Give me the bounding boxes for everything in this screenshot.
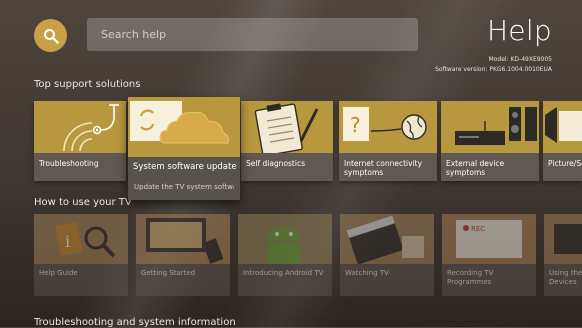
card-label: Getting Started bbox=[141, 269, 196, 277]
card-label: Recording TV Programmes bbox=[447, 269, 494, 286]
section-title-top-support: Top support solutions bbox=[34, 79, 141, 90]
android-icon bbox=[268, 219, 300, 264]
svg-text:REC: REC bbox=[471, 225, 485, 233]
remote-icon bbox=[146, 218, 224, 264]
devices-icon bbox=[455, 107, 537, 145]
card-label: Troubleshooting bbox=[39, 159, 99, 168]
card-label: Watching TV bbox=[345, 269, 389, 277]
question-globe-icon: ? bbox=[343, 107, 427, 141]
card-help-guide[interactable]: i Help Guide bbox=[34, 214, 128, 296]
model-info: Model: KD-49XE9005 bbox=[488, 56, 552, 63]
search-icon bbox=[43, 28, 59, 44]
cloud-update-icon bbox=[130, 101, 229, 144]
card-label: Internet connectivity symptoms bbox=[344, 159, 423, 177]
card-thumbnail bbox=[128, 97, 240, 157]
software-version: Software version: PKG6.1004.0010EUA bbox=[435, 66, 552, 73]
card-external-device[interactable]: External device symptoms bbox=[441, 101, 539, 181]
card-watching-tv[interactable]: Watching TV bbox=[340, 214, 434, 296]
clipboard-icon bbox=[254, 103, 319, 153]
device-icon bbox=[554, 224, 582, 254]
card-description: Update the TV system softwar bbox=[134, 183, 234, 191]
card-label: System software update bbox=[133, 162, 237, 172]
card-label: Using the Devices bbox=[549, 269, 582, 286]
card-thumbnail bbox=[238, 214, 332, 264]
search-button[interactable] bbox=[34, 19, 67, 52]
card-thumbnail bbox=[34, 101, 126, 153]
card-thumbnail: ? bbox=[339, 101, 437, 153]
card-thumbnail: i bbox=[34, 214, 128, 264]
card-picture-sound[interactable]: Picture/Sc bbox=[543, 101, 582, 181]
card-label: Help Guide bbox=[39, 269, 78, 277]
card-label: Self diagnostics bbox=[246, 159, 305, 168]
card-system-software-update[interactable]: System software update Update the TV sys… bbox=[128, 97, 240, 200]
card-thumbnail bbox=[340, 214, 434, 264]
card-using-devices[interactable]: Using the Devices bbox=[544, 214, 582, 296]
section-title-troubleshooting-info: Troubleshooting and system information bbox=[34, 317, 236, 328]
help-guide-icon: i bbox=[55, 222, 116, 258]
card-thumbnail bbox=[544, 214, 582, 264]
card-recording-tv[interactable]: REC Recording TV Programmes bbox=[442, 214, 536, 296]
picture-icon bbox=[545, 107, 582, 143]
card-getting-started[interactable]: Getting Started bbox=[136, 214, 230, 296]
card-thumbnail bbox=[136, 214, 230, 264]
card-thumbnail bbox=[543, 101, 582, 153]
stethoscope-icon bbox=[63, 104, 119, 152]
svg-text:?: ? bbox=[350, 113, 361, 137]
svg-text:i: i bbox=[65, 232, 70, 251]
rec-icon: REC bbox=[456, 220, 522, 258]
card-introducing-android-tv[interactable]: Introducing Android TV bbox=[238, 214, 332, 296]
card-thumbnail bbox=[441, 101, 539, 153]
card-label: External device symptoms bbox=[446, 159, 505, 177]
clapper-icon bbox=[346, 215, 424, 264]
card-internet-connectivity[interactable]: ? Internet connectivity symptoms bbox=[339, 101, 437, 181]
card-label: Introducing Android TV bbox=[243, 269, 324, 277]
search-input[interactable]: Search help bbox=[87, 18, 418, 51]
card-troubleshooting[interactable]: Troubleshooting bbox=[34, 101, 126, 181]
section-title-how-to-use: How to use your TV bbox=[34, 197, 132, 208]
page-title: Help bbox=[486, 14, 552, 47]
card-thumbnail: REC bbox=[442, 214, 536, 264]
card-thumbnail bbox=[241, 101, 333, 153]
card-self-diagnostics[interactable]: Self diagnostics bbox=[241, 101, 333, 181]
card-label: Picture/Sc bbox=[548, 159, 582, 168]
